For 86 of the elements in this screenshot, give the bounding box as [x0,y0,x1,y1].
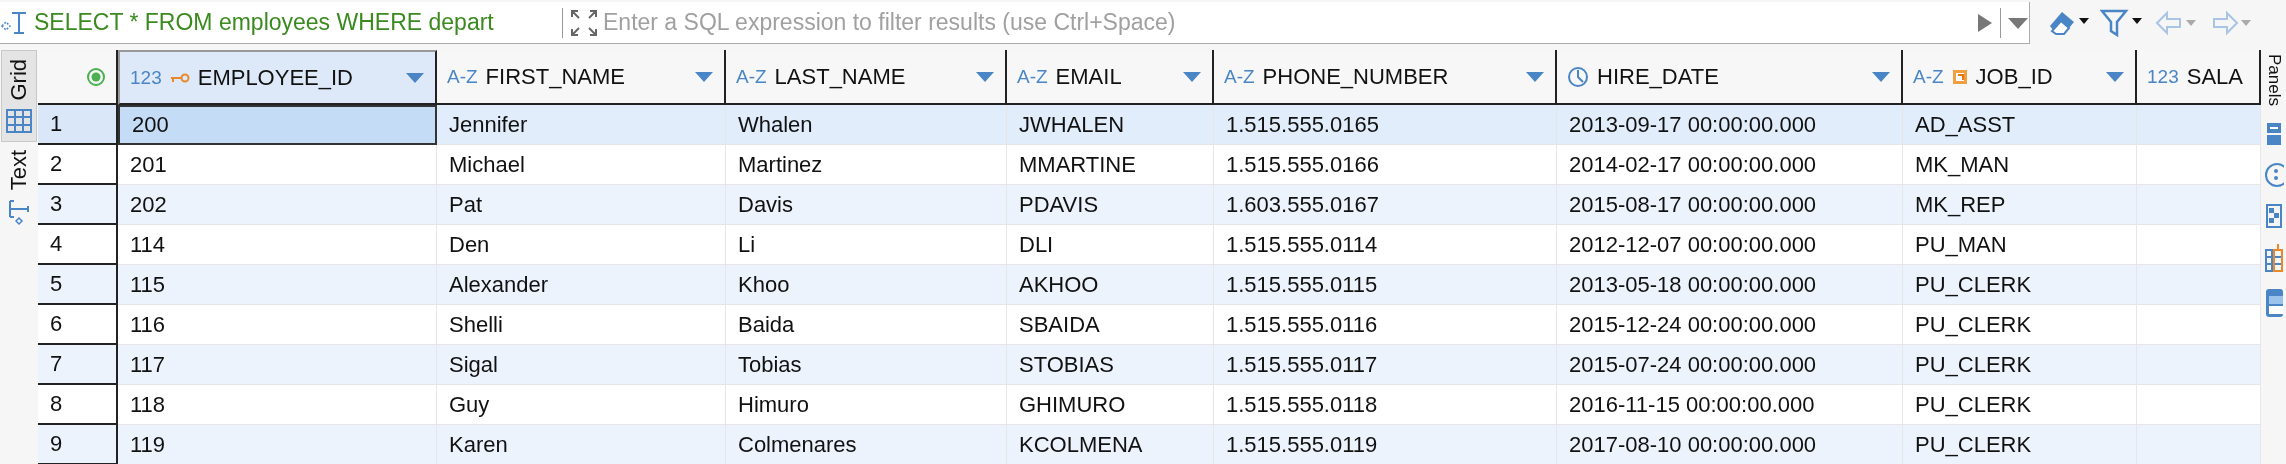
table-cell: 1.515.555.0119 [1214,425,1557,464]
sort-arrow-icon[interactable] [975,70,995,83]
table-cell: Sigal [437,345,726,385]
select-all-icon[interactable] [86,66,106,87]
grid-icon [6,108,32,133]
sort-arrow-icon[interactable] [1182,70,1202,83]
type-label: 123 [130,66,162,89]
table-cell: Colmenares [726,425,1007,464]
row-number[interactable]: 9 [38,425,118,464]
table-cell: 202 [118,185,437,225]
filter-input[interactable]: Enter a SQL expression to filter results (use Ctrl+Space) [599,3,1976,42]
row-number[interactable]: 1 [38,105,118,145]
column-header[interactable]: A-Z LAST_NAME [726,50,1007,105]
type-label: A-Z [736,65,767,88]
table-cell: PDAVIS [1007,185,1214,225]
window-icon[interactable] [2264,288,2283,318]
column-header[interactable]: A-Z JOB_ID [1903,50,2137,105]
table-cell: 1.515.555.0117 [1214,345,1557,385]
row-number[interactable]: 2 [38,145,118,185]
panel-icon[interactable] [2265,122,2282,146]
column-header[interactable]: 123 SALA [2137,50,2261,105]
table-cell: Whalen [726,105,1007,145]
type-label: 123 [2147,65,2179,88]
column-header[interactable]: A-Z FIRST_NAME [437,50,726,105]
dropdown-icon[interactable] [2007,15,2029,30]
column-header[interactable]: A-Z PHONE_NUMBER [1214,50,1557,105]
table-cell: PU_CLERK [1903,425,2137,464]
key-icon [169,71,190,84]
type-label: A-Z [1017,65,1048,88]
table-cell: JWHALEN [1007,105,1214,145]
sort-arrow-icon[interactable] [1871,70,1891,83]
link-square-icon [1951,68,1968,85]
table-cell: 1.515.555.0165 [1214,105,1557,145]
row-number[interactable]: 8 [38,385,118,425]
query-text: SELECT * FROM employees WHERE depart [33,9,495,36]
table-cell: Jennifer [437,105,726,145]
table-cell: Khoo [726,265,1007,305]
type-label: A-Z [1913,65,1944,88]
table-cell: Tobias [726,345,1007,385]
table-cell: 200 [118,105,437,145]
table-cell: MK_REP [1903,185,2137,225]
table-cell: 1.603.555.0167 [1214,185,1557,225]
column-header[interactable]: A-Z EMAIL [1007,50,1214,105]
sort-arrow-icon[interactable] [405,71,425,84]
table-cell: 1.515.555.0115 [1214,265,1557,305]
table-cell: STOBIAS [1007,345,1214,385]
clock-icon [1567,65,1589,88]
table-cell: 2013-09-17 00:00:00.000 [1557,105,1903,145]
table-cell: 2015-07-24 00:00:00.000 [1557,345,1903,385]
sort-arrow-icon[interactable] [1525,70,1545,83]
play-icon[interactable] [1976,11,1994,34]
table-cell: 2015-08-17 00:00:00.000 [1557,185,1903,225]
table-cell: KCOLMENA [1007,425,1214,464]
funnel-icon[interactable] [2100,8,2144,38]
table-cell: 117 [118,345,437,385]
table-cell: 115 [118,265,437,305]
column-header[interactable]: 123 EMPLOYEE_ID [118,50,437,105]
view-tab[interactable]: Text [1,141,37,234]
expand-icon[interactable] [569,7,599,38]
table-cell: 2013-05-18 00:00:00.000 [1557,265,1903,305]
row-number[interactable]: 7 [38,345,118,385]
row-number[interactable]: 5 [38,265,118,305]
sort-arrow-icon[interactable] [2105,70,2125,83]
type-label: A-Z [447,65,478,88]
panels-tab[interactable]: Panels [2263,54,2284,106]
row-number[interactable]: 4 [38,225,118,265]
table-cell: PU_CLERK [1903,345,2137,385]
table-cell: AKHOO [1007,265,1214,305]
view-tab[interactable]: Grid [1,50,37,142]
table-cell: 119 [118,425,437,464]
row-number[interactable]: 6 [38,305,118,345]
table-cell: PU_CLERK [1903,265,2137,305]
filter-field[interactable]: SELECT * FROM employees WHERE depart Enter a SQL expression to filter results (use Ctrl+Space) [0,2,2030,44]
table-icon[interactable] [2264,244,2283,272]
column-header[interactable]: HIRE_DATE [1557,50,1903,105]
checker-icon[interactable] [2265,204,2282,228]
table-cell: Davis [726,185,1007,225]
table-cell: Alexander [437,265,726,305]
table-cell: AD_ASST [1903,105,2137,145]
sort-arrow-icon[interactable] [694,70,714,83]
text-cursor-icon [7,197,31,226]
table-cell: Pat [437,185,726,225]
table-cell: Karen [437,425,726,464]
type-label: A-Z [1224,65,1255,88]
row-number[interactable]: 3 [38,185,118,225]
table-cell: 2017-08-10 00:00:00.000 [1557,425,1903,464]
